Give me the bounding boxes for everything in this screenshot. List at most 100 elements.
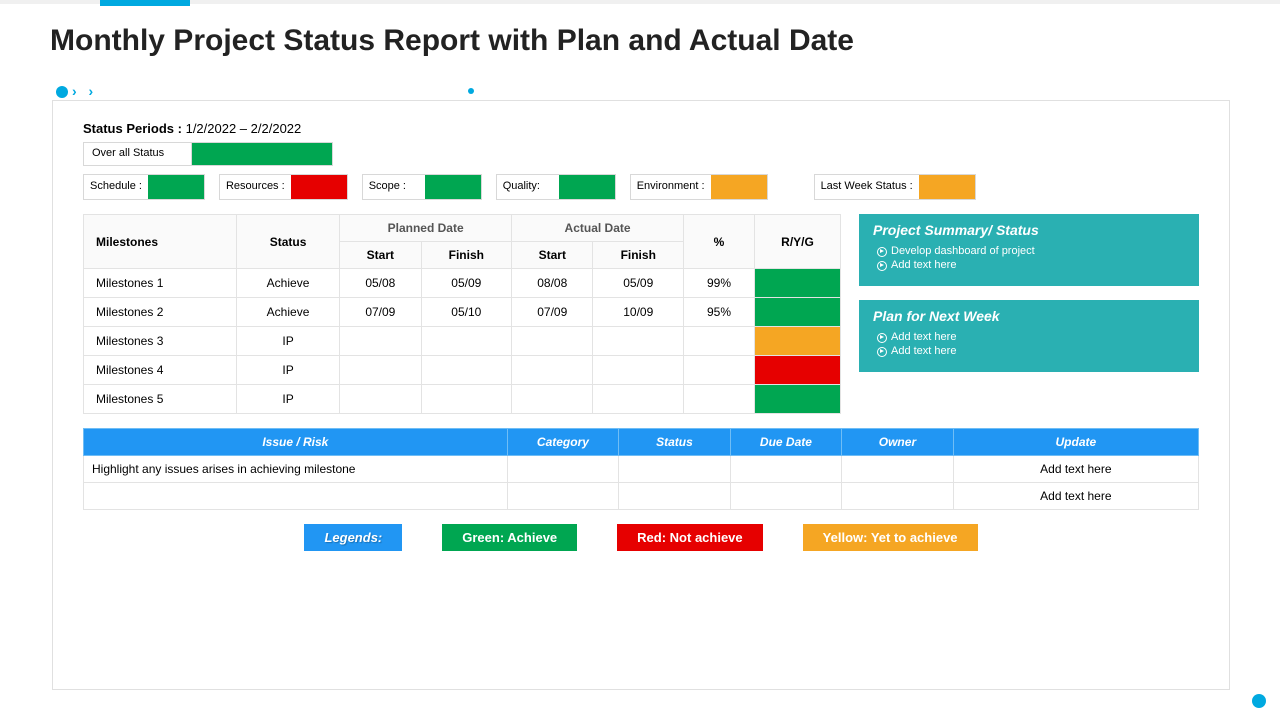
plan-card-list: Add text hereAdd text here <box>873 330 1185 358</box>
cell: Highlight any issues arises in achieving… <box>84 456 508 483</box>
legend-title: Legends: <box>304 524 402 551</box>
table-row: Milestones 1Achieve05/0805/0908/0805/099… <box>84 269 841 298</box>
cell <box>684 385 755 414</box>
th-planned: Planned Date <box>340 215 512 242</box>
th-pct: % <box>684 215 755 269</box>
cell: Milestones 1 <box>84 269 237 298</box>
cell <box>512 327 593 356</box>
legend-red: Red: Not achieve <box>617 524 762 551</box>
metric-chip <box>919 175 975 199</box>
ryg-chip <box>755 327 840 355</box>
cell: Milestones 3 <box>84 327 237 356</box>
issues-th: Category <box>507 429 619 456</box>
metric-5: Last Week Status : <box>814 174 976 200</box>
th-pfinish: Finish <box>421 242 512 269</box>
plan-card-title: Plan for Next Week <box>873 308 1185 324</box>
cell: 07/09 <box>340 298 421 327</box>
table-row: Add text here <box>84 483 1199 510</box>
table-row: Highlight any issues arises in achieving… <box>84 456 1199 483</box>
cell <box>507 483 619 510</box>
metric-label: Scope : <box>363 175 425 199</box>
ryg-chip <box>755 385 840 413</box>
issues-tbody: Highlight any issues arises in achieving… <box>84 456 1199 510</box>
slide-frame: Status Periods : 1/2/2022 – 2/2/2022 Ove… <box>52 100 1230 690</box>
metric-1: Resources : <box>219 174 348 200</box>
summary-card-list: Develop dashboard of projectAdd text her… <box>873 244 1185 272</box>
cell: Achieve <box>236 269 339 298</box>
cell: 05/09 <box>593 269 684 298</box>
th-afinish: Finish <box>593 242 684 269</box>
ryg-cell <box>755 327 841 356</box>
cell: 08/08 <box>512 269 593 298</box>
ryg-cell <box>755 356 841 385</box>
cell: 10/09 <box>593 298 684 327</box>
cell <box>619 483 731 510</box>
metric-chip <box>559 175 615 199</box>
metric-chip <box>291 175 347 199</box>
th-status: Status <box>236 215 339 269</box>
list-item: Add text here <box>891 330 1185 344</box>
cell: IP <box>236 385 339 414</box>
overall-status-chip <box>192 143 332 165</box>
top-rule <box>0 0 1280 4</box>
decor-dot2-icon <box>468 88 474 94</box>
metric-chip <box>711 175 767 199</box>
cell <box>619 456 731 483</box>
metric-label: Environment : <box>631 175 711 199</box>
cell <box>593 385 684 414</box>
metric-4: Environment : <box>630 174 768 200</box>
cell: 05/08 <box>340 269 421 298</box>
metric-3: Quality: <box>496 174 616 200</box>
table-row: Milestones 4IP <box>84 356 841 385</box>
th-milestones: Milestones <box>84 215 237 269</box>
status-period-value: 1/2/2022 – 2/2/2022 <box>186 121 302 136</box>
cell: IP <box>236 327 339 356</box>
ryg-cell <box>755 385 841 414</box>
legend-yellow: Yellow: Yet to achieve <box>803 524 978 551</box>
cell: IP <box>236 356 339 385</box>
issues-header-row: Issue / RiskCategoryStatusDue DateOwnerU… <box>84 429 1199 456</box>
ryg-chip <box>755 298 840 326</box>
th-ryg: R/Y/G <box>755 215 841 269</box>
cell <box>730 456 842 483</box>
metrics-row: Schedule : Resources : Scope : Quality: Envi… <box>83 174 1199 200</box>
cell: 05/10 <box>421 298 512 327</box>
cell <box>730 483 842 510</box>
metric-label: Last Week Status : <box>815 175 919 199</box>
cell <box>340 385 421 414</box>
milestones-tbody: Milestones 1Achieve05/0805/0908/0805/099… <box>84 269 841 414</box>
issues-th: Status <box>619 429 731 456</box>
decor-chevron-icon: › › <box>72 83 97 99</box>
metric-label: Schedule : <box>84 175 148 199</box>
cell <box>421 356 512 385</box>
cell: Add text here <box>953 483 1198 510</box>
cell <box>842 456 954 483</box>
cell <box>684 327 755 356</box>
ryg-chip <box>755 269 840 297</box>
list-item: Add text here <box>891 258 1185 272</box>
ryg-cell <box>755 269 841 298</box>
cell <box>512 385 593 414</box>
cell: Milestones 5 <box>84 385 237 414</box>
cell <box>340 356 421 385</box>
th-pstart: Start <box>340 242 421 269</box>
cell <box>842 483 954 510</box>
cell <box>512 356 593 385</box>
cell: 99% <box>684 269 755 298</box>
metric-label: Resources : <box>220 175 291 199</box>
page-title: Monthly Project Status Report with Plan … <box>50 24 854 58</box>
issues-th: Due Date <box>730 429 842 456</box>
cell: Add text here <box>953 456 1198 483</box>
list-item: Develop dashboard of project <box>891 244 1185 258</box>
cell: 07/09 <box>512 298 593 327</box>
milestones-table: Milestones Status Planned Date Actual Da… <box>83 214 841 414</box>
cell: Achieve <box>236 298 339 327</box>
cell: 95% <box>684 298 755 327</box>
cell <box>421 327 512 356</box>
decor-dot-icon <box>56 86 68 98</box>
issues-table: Issue / RiskCategoryStatusDue DateOwnerU… <box>83 428 1199 510</box>
metric-chip <box>148 175 204 199</box>
plan-card: Plan for Next Week Add text hereAdd text… <box>859 300 1199 372</box>
table-row: Milestones 2Achieve07/0905/1007/0910/099… <box>84 298 841 327</box>
status-period: Status Periods : 1/2/2022 – 2/2/2022 <box>83 121 1199 136</box>
